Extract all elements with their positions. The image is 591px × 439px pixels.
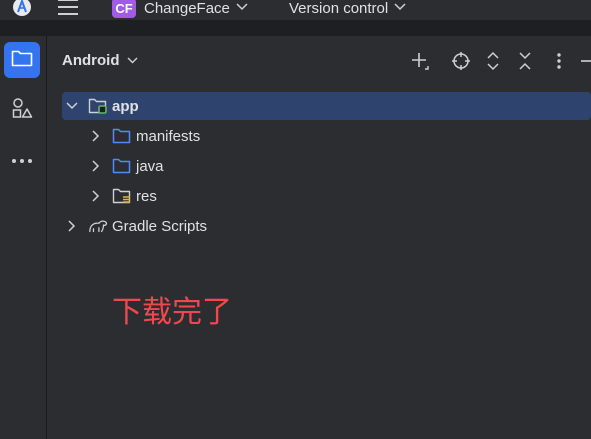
version-control-label: Version control bbox=[289, 0, 389, 17]
chevron-right-icon[interactable] bbox=[64, 218, 80, 234]
tree-label-app: app bbox=[112, 97, 139, 115]
main-menu-icon[interactable] bbox=[58, 0, 82, 20]
source-folder-icon bbox=[112, 156, 132, 176]
project-panel: Android app manifests java res Gradle Sc… bbox=[47, 36, 591, 439]
chevron-down-icon[interactable] bbox=[64, 98, 80, 114]
collapse-all-icon[interactable] bbox=[514, 50, 536, 72]
tool-window-strip bbox=[0, 36, 47, 439]
project-view-selector[interactable]: Android bbox=[62, 51, 138, 69]
structure-tool-button[interactable] bbox=[4, 92, 40, 128]
title-bar: CF ChangeFace Version control bbox=[0, 0, 591, 20]
locate-icon[interactable] bbox=[450, 50, 472, 72]
chevron-down-icon bbox=[236, 0, 248, 16]
project-view-label: Android bbox=[62, 51, 120, 69]
project-selector[interactable]: CF ChangeFace bbox=[112, 0, 248, 20]
project-panel-header: Android bbox=[47, 36, 591, 86]
android-studio-logo-icon[interactable] bbox=[12, 0, 32, 20]
structure-icon bbox=[11, 97, 33, 124]
chevron-right-icon[interactable] bbox=[88, 158, 104, 174]
annotation-text: 下载完了 bbox=[112, 295, 232, 330]
tree-node-manifests[interactable]: manifests bbox=[62, 122, 591, 150]
project-badge: CF bbox=[112, 0, 136, 18]
tree-node-res[interactable]: res bbox=[62, 182, 591, 210]
tree-label-java: java bbox=[136, 157, 164, 175]
expand-all-icon[interactable] bbox=[482, 50, 504, 72]
minimize-icon[interactable] bbox=[577, 50, 591, 72]
tree-node-gradle-scripts[interactable]: Gradle Scripts bbox=[62, 212, 591, 240]
folder-icon bbox=[11, 49, 33, 72]
tree-node-java[interactable]: java bbox=[62, 152, 591, 180]
tree-label-res: res bbox=[136, 187, 157, 205]
project-tool-button[interactable] bbox=[4, 42, 40, 78]
chevron-right-icon[interactable] bbox=[88, 128, 104, 144]
project-name: ChangeFace bbox=[144, 0, 230, 17]
folder-icon bbox=[112, 126, 132, 146]
tree-label-gradle-scripts: Gradle Scripts bbox=[112, 217, 208, 235]
chevron-right-icon[interactable] bbox=[88, 188, 104, 204]
module-folder-icon bbox=[88, 96, 108, 116]
tree-node-app[interactable]: app bbox=[62, 92, 591, 120]
add-icon[interactable] bbox=[409, 50, 431, 72]
gradle-icon bbox=[88, 216, 108, 236]
resources-folder-icon bbox=[112, 186, 132, 206]
tree-label-manifests: manifests bbox=[136, 127, 201, 145]
chevron-down-icon bbox=[394, 0, 406, 16]
more-icon bbox=[11, 151, 33, 169]
version-control-menu[interactable]: Version control bbox=[289, 0, 406, 20]
more-tools-button[interactable] bbox=[4, 142, 40, 178]
options-icon[interactable] bbox=[548, 50, 570, 72]
chevron-down-icon bbox=[127, 51, 138, 69]
